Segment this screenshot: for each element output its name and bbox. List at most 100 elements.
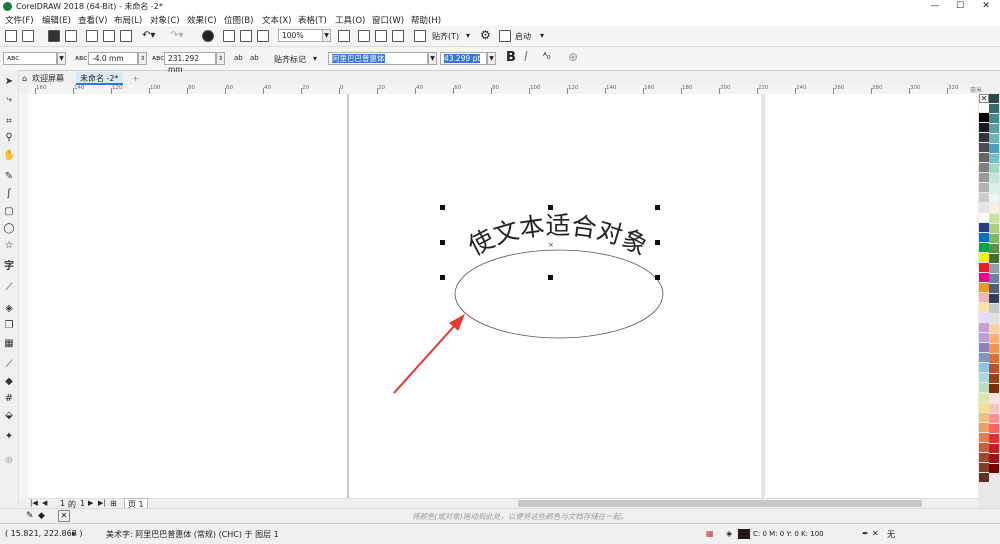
palette-col1-swatch-23[interactable] (979, 333, 989, 342)
palette-col1-swatch-35[interactable] (979, 453, 989, 462)
palette-col2-swatch-2[interactable] (989, 114, 999, 123)
palette-col2-swatch-5[interactable] (989, 144, 999, 153)
font-family-field[interactable]: 阿里巴巴普惠体 (328, 52, 428, 65)
last-page-icon[interactable]: ▶| (98, 499, 106, 507)
no-color-swatch-icon[interactable]: ✕ (979, 94, 989, 103)
menu-tools[interactable]: 工具(O) (335, 14, 365, 26)
export-icon[interactable] (240, 30, 252, 42)
palette-col2-swatch-6[interactable] (989, 154, 999, 163)
mirror-vertical-icon[interactable]: ab (250, 54, 259, 62)
horizontal-scrollbar-thumb[interactable] (518, 500, 922, 507)
palette-col2-swatch-19[interactable] (989, 284, 999, 293)
palette-col1-swatch-7[interactable] (979, 173, 989, 182)
options-gear-icon[interactable]: ⚙ (480, 28, 491, 42)
zoom-dropdown-icon[interactable]: ▼ (322, 29, 331, 42)
snap-marks-arrow-icon[interactable]: ▾ (313, 54, 317, 63)
handle-bottom-center[interactable] (548, 275, 553, 280)
full-screen-icon[interactable] (338, 30, 350, 42)
palette-col1-swatch-28[interactable] (979, 383, 989, 392)
palette-col1-swatch-32[interactable] (979, 423, 989, 432)
palette-col2-swatch-17[interactable] (989, 264, 999, 273)
palette-col1-swatch-6[interactable] (979, 163, 989, 172)
palette-col1-swatch-26[interactable] (979, 363, 989, 372)
palette-col2-swatch-37[interactable] (989, 464, 999, 473)
palette-col1-swatch-27[interactable] (979, 373, 989, 382)
minimize-button[interactable]: — (925, 0, 945, 13)
palette-col2-swatch-15[interactable] (989, 244, 999, 253)
handle-middle-left[interactable] (440, 240, 445, 245)
palette-col2-swatch-24[interactable] (989, 334, 999, 343)
handle-top-center[interactable] (548, 205, 553, 210)
crop-tool-icon[interactable]: ⌗ (3, 116, 15, 127)
drawing-canvas[interactable]: 使文本适合对象 × (28, 94, 978, 498)
palette-col1-swatch-36[interactable] (979, 463, 989, 472)
palette-col1-swatch-22[interactable] (979, 323, 989, 332)
rectangle-tool-icon[interactable]: ▢ (3, 206, 15, 217)
offset-spinner-icon[interactable]: ⇕ (138, 52, 147, 65)
dimension-tool-icon[interactable]: ⟋ (3, 282, 15, 293)
artistic-media-icon[interactable]: ʃ (3, 188, 15, 199)
palette-col2-swatch-20[interactable] (989, 294, 999, 303)
undo-icon[interactable]: ↶▾ (142, 30, 155, 41)
coords-arrow-icon[interactable]: ▸ (72, 529, 76, 538)
add-tool-icon[interactable]: ⊕ (3, 455, 15, 466)
palette-col2-swatch-33[interactable] (989, 424, 999, 433)
palette-col1-swatch-16[interactable] (979, 263, 989, 272)
palette-col1-swatch-1[interactable] (979, 113, 989, 122)
smart-fill-icon[interactable]: ✦ (3, 431, 15, 442)
handle-top-right[interactable] (655, 205, 660, 210)
menu-effects[interactable]: 效果(C) (187, 14, 217, 26)
palette-col1-swatch-30[interactable] (979, 403, 989, 412)
handle-bottom-right[interactable] (655, 275, 660, 280)
zoom-tool-icon[interactable]: ⚲ (3, 132, 15, 143)
palette-col2-swatch-14[interactable] (989, 234, 999, 243)
palette-col2-swatch-4[interactable] (989, 134, 999, 143)
cut-icon[interactable] (86, 30, 98, 42)
redo-icon[interactable]: ↷▾ (170, 30, 183, 41)
shape-tool-icon[interactable]: ⤷ (3, 94, 15, 105)
menu-layout[interactable]: 布局(L) (114, 14, 142, 26)
launch-dropdown-arrow-icon[interactable]: ▾ (540, 31, 544, 40)
palette-col2-swatch-1[interactable] (989, 104, 999, 113)
palette-col1-swatch-33[interactable] (979, 433, 989, 442)
tab-welcome-screen[interactable]: 欢迎屏幕 (28, 72, 68, 85)
palette-col2-swatch-16[interactable] (989, 254, 999, 263)
save-icon[interactable] (48, 30, 60, 42)
palette-col1-swatch-9[interactable] (979, 193, 989, 202)
palette-col2-swatch-8[interactable] (989, 174, 999, 183)
palette-col1-swatch-12[interactable] (979, 223, 989, 232)
palette-col2-swatch-11[interactable] (989, 204, 999, 213)
palette-col2-swatch-31[interactable] (989, 404, 999, 413)
freehand-tool-icon[interactable]: ✎ (3, 171, 15, 182)
menu-view[interactable]: 查看(V) (78, 14, 107, 26)
prev-page-icon[interactable]: ◀ (42, 499, 47, 507)
add-page-icon[interactable]: ⊞ (110, 499, 117, 508)
character-formatting-icon[interactable]: ᴬ₀ (543, 52, 550, 62)
palette-col1-swatch-31[interactable] (979, 413, 989, 422)
palette-col2-swatch-36[interactable] (989, 454, 999, 463)
palette-col1-swatch-13[interactable] (979, 233, 989, 242)
palette-col2-swatch-26[interactable] (989, 354, 999, 363)
publish-pdf-icon[interactable] (257, 30, 269, 42)
menu-help[interactable]: 帮助(H) (411, 14, 441, 26)
palette-col1-swatch-4[interactable] (979, 143, 989, 152)
close-button[interactable]: ✕ (976, 0, 996, 13)
palette-col1-swatch-20[interactable] (979, 303, 989, 312)
outline-pen-icon[interactable]: ⬙ (3, 410, 15, 421)
preset-dropdown-icon[interactable]: ▼ (57, 52, 66, 65)
palette-col1-swatch-24[interactable] (979, 343, 989, 352)
search-content-icon[interactable] (202, 30, 214, 42)
polygon-tool-icon[interactable]: ☆ (3, 240, 15, 251)
palette-col1-swatch-15[interactable] (979, 253, 989, 262)
print-icon[interactable] (65, 30, 77, 42)
palette-col2-swatch-21[interactable] (989, 304, 999, 313)
no-fill-box-icon[interactable]: ✕ (58, 510, 70, 522)
show-guidelines-icon[interactable] (392, 30, 404, 42)
mesh-fill-icon[interactable]: # (3, 393, 15, 404)
next-page-icon[interactable]: ▶ (88, 499, 93, 507)
menu-table[interactable]: 表格(T) (298, 14, 327, 26)
palette-col1-swatch-2[interactable] (979, 123, 989, 132)
palette-col1-swatch-37[interactable] (979, 473, 989, 482)
fitted-text[interactable]: 使文本适合对象 (463, 211, 652, 261)
italic-button[interactable]: I (524, 50, 528, 65)
